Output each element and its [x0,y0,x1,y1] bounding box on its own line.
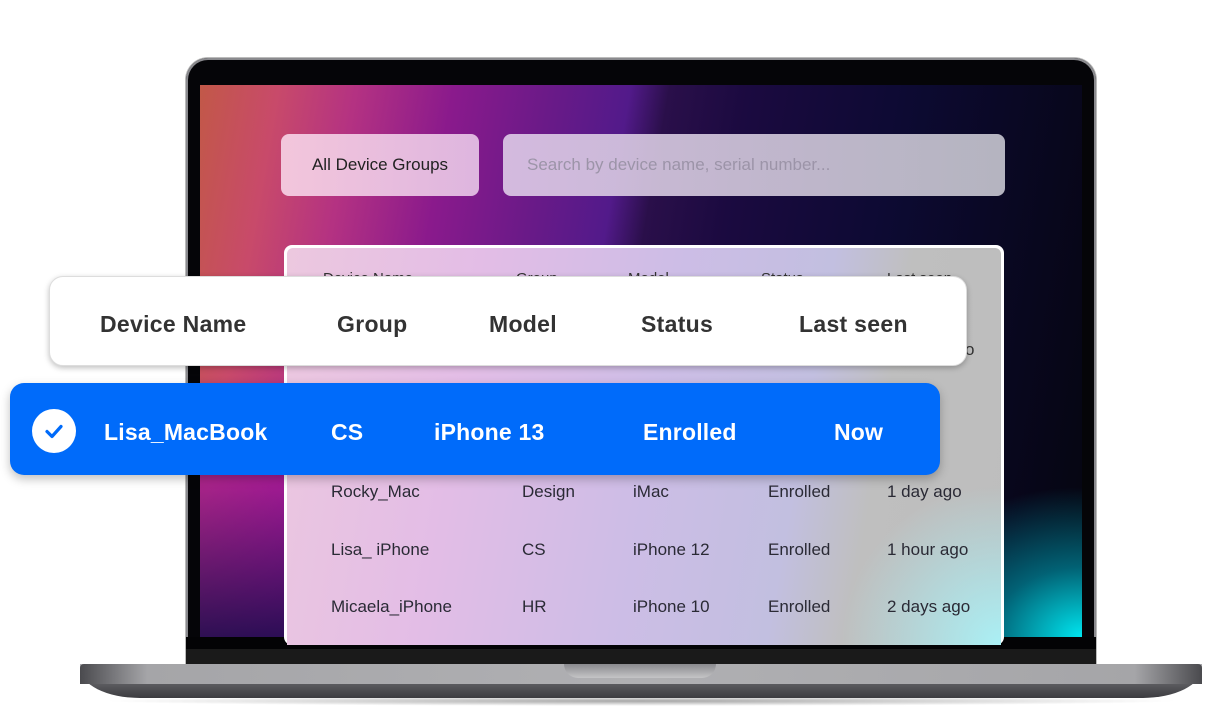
header-card-device-name: Device Name [100,311,247,337]
cell-last-seen: 1 hour ago [887,540,969,559]
floating-table-header-card: Device Name Group Model Status Last seen [49,276,967,366]
laptop-notch [564,664,716,678]
header-card-group: Group [337,311,408,337]
cell-device-name: Rocky_Mac [331,482,420,501]
cell-device-name: Lisa_ iPhone [331,540,430,559]
header-card-status: Status [641,311,714,337]
device-search-input[interactable] [503,134,1005,196]
header-card-model: Model [489,311,557,337]
selected-last-seen: Now [834,419,884,445]
cell-status: Enrolled [768,482,831,501]
selected-device-row[interactable]: Lisa_MacBook CS iPhone 13 Enrolled Now [10,383,940,475]
cell-group: HR [522,597,547,616]
cell-model: iMac [633,482,669,501]
cell-model: iPhone 10 [633,597,710,616]
cell-status: Enrolled [768,597,831,616]
cell-group: CS [522,540,546,559]
cell-device-name: Micaela_iPhone [331,597,452,616]
header-card-last-seen: Last seen [799,311,908,337]
check-circle-icon[interactable] [32,409,76,453]
cell-last-seen: 1 day ago [887,482,962,501]
cell-group: Design [522,482,575,501]
selected-status: Enrolled [643,419,737,445]
cell-model: iPhone 12 [633,540,710,559]
selected-model: iPhone 13 [434,419,545,445]
cell-status: Enrolled [768,540,831,559]
device-group-filter-button[interactable]: All Device Groups [281,134,479,196]
selected-device-name: Lisa_MacBook [104,419,268,445]
selected-group: CS [331,419,364,445]
cell-last-seen: 2 days ago [887,597,971,616]
